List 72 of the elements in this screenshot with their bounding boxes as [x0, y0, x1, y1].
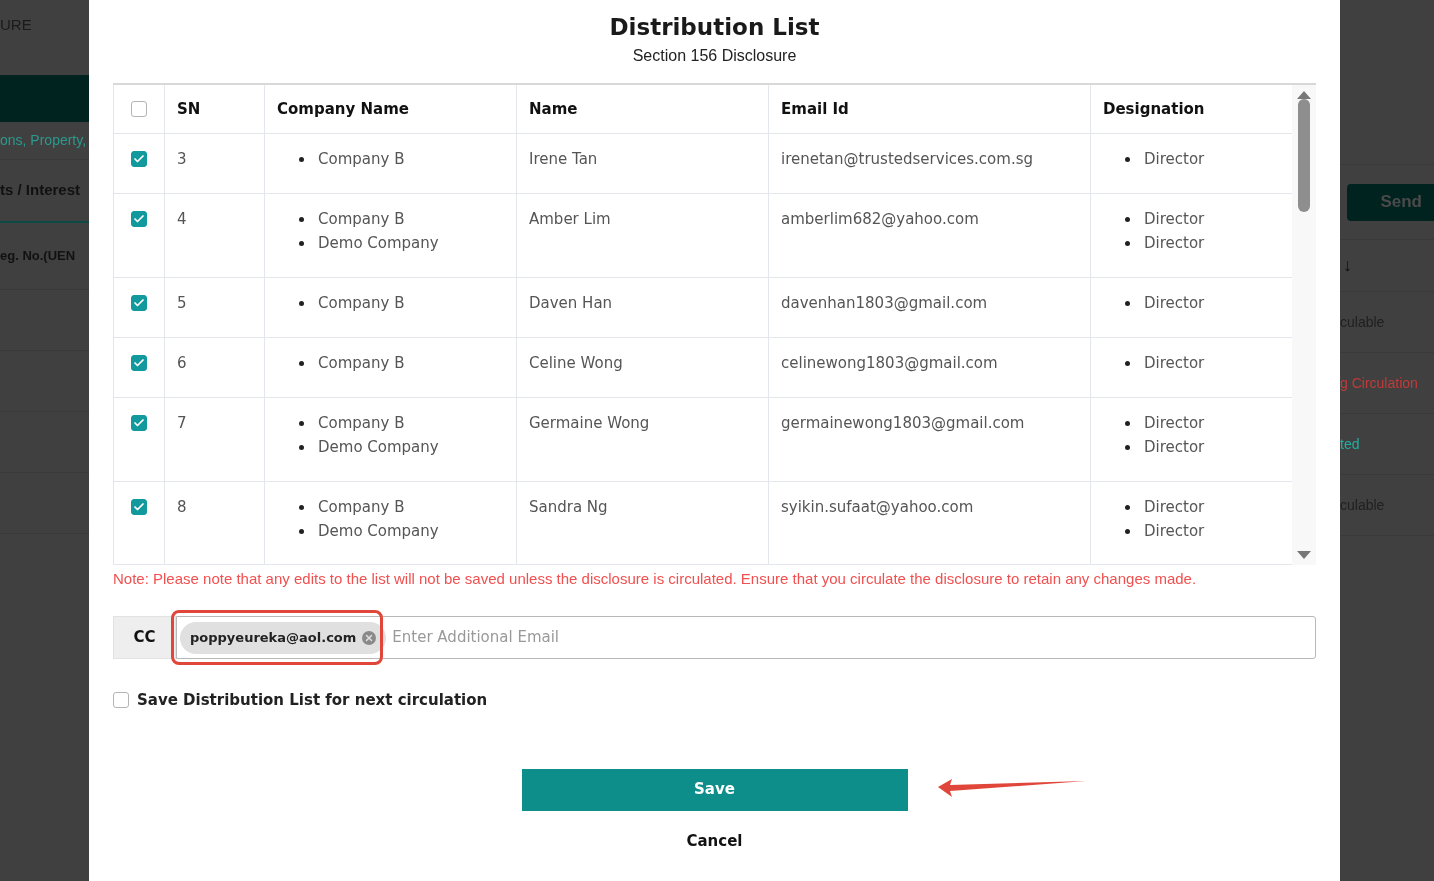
column-header: Name — [529, 98, 578, 120]
company-name: Company B — [318, 149, 405, 170]
table-cell: Germaine Wong — [529, 414, 650, 432]
designation: Director — [1144, 353, 1205, 374]
check-icon — [133, 213, 145, 225]
email-chip: poppyeureka@aol.com — [180, 621, 387, 654]
company-name: Demo Company — [318, 521, 439, 542]
scrollbar[interactable] — [1292, 85, 1316, 565]
column-header: Company Name — [277, 98, 409, 120]
checkbox[interactable] — [131, 295, 147, 311]
designation: Director — [1144, 413, 1205, 434]
warning-note: Note: Please note that any edits to the list will not be saved unless the disclosure is circulated. Ensure that you circulate the disclosure to retain any changes made. — [113, 569, 1198, 589]
check-icon — [133, 357, 145, 369]
company-name: Demo Company — [318, 233, 439, 254]
cc-label: CC — [113, 616, 176, 659]
table-cell: Celine Wong — [529, 354, 623, 372]
table-cell: 7 — [177, 414, 187, 432]
designation: Director — [1144, 293, 1205, 314]
designation: Director — [1144, 521, 1205, 542]
checkbox[interactable] — [113, 692, 129, 709]
table-cell: 5 — [177, 294, 187, 312]
checkbox[interactable] — [131, 499, 147, 515]
checkbox[interactable] — [131, 355, 147, 371]
cc-field[interactable]: poppyeureka@aol.com Enter Additional Email — [176, 616, 1316, 659]
designation: Director — [1144, 497, 1205, 518]
dialog-title: Distribution List — [609, 13, 820, 42]
status-text: g Circulation — [1340, 373, 1418, 393]
company-name: Company B — [318, 413, 405, 434]
table-cell: irenetan@trustedservices.com.sg — [781, 150, 1033, 168]
table-cell: davenhan1803@gmail.com — [781, 294, 988, 312]
table-cell: celinewong1803@gmail.com — [781, 354, 998, 372]
checkbox[interactable] — [131, 415, 147, 431]
company-name: Company B — [318, 209, 405, 230]
save-button[interactable]: Save — [521, 768, 908, 811]
table-cell: Amber Lim — [529, 210, 611, 228]
table-cell: amberlim682@yahoo.com — [781, 210, 979, 228]
check-icon — [133, 153, 145, 165]
check-icon — [133, 501, 145, 513]
breadcrumb: ons, Property, — [0, 131, 87, 150]
company-name: Company B — [318, 497, 405, 518]
table-cell: Sandra Ng — [529, 498, 608, 516]
scroll-down-icon[interactable] — [1297, 551, 1311, 559]
company-name: Company B — [318, 293, 405, 314]
check-icon — [133, 297, 145, 309]
checkbox[interactable] — [131, 211, 147, 227]
designation: Director — [1144, 149, 1205, 170]
table-cell: 6 — [177, 354, 187, 372]
table-cell: syikin.sufaat@yahoo.com — [781, 498, 974, 516]
company-name: Company B — [318, 353, 405, 374]
column-header: SN — [177, 98, 201, 120]
table-cell: Daven Han — [529, 294, 613, 312]
table-cell: germainewong1803@gmail.com — [781, 414, 1025, 432]
scrollbar-thumb[interactable] — [1298, 99, 1310, 212]
cancel-button[interactable]: Cancel — [678, 829, 751, 852]
designation: Director — [1144, 233, 1205, 254]
remove-icon[interactable] — [362, 630, 377, 645]
checkbox-label: Save Distribution List for next circulation — [137, 690, 488, 711]
table-cell: 3 — [177, 150, 187, 168]
checkbox[interactable] — [131, 151, 147, 167]
designation: Director — [1144, 209, 1205, 230]
column-header: Designation — [1103, 98, 1205, 120]
table-cell: 8 — [177, 498, 187, 516]
dialog-subtitle: Section 156 Disclosure — [632, 46, 797, 66]
check-icon — [133, 417, 145, 429]
company-name: Demo Company — [318, 437, 439, 458]
column-header: Email Id — [781, 98, 849, 120]
table-cell: Irene Tan — [529, 150, 598, 168]
checkbox[interactable] — [131, 101, 147, 117]
table-cell: 4 — [177, 210, 187, 228]
designation: Director — [1144, 437, 1205, 458]
email-input[interactable]: Enter Additional Email — [392, 626, 1315, 649]
status-text: ted — [1340, 434, 1360, 454]
